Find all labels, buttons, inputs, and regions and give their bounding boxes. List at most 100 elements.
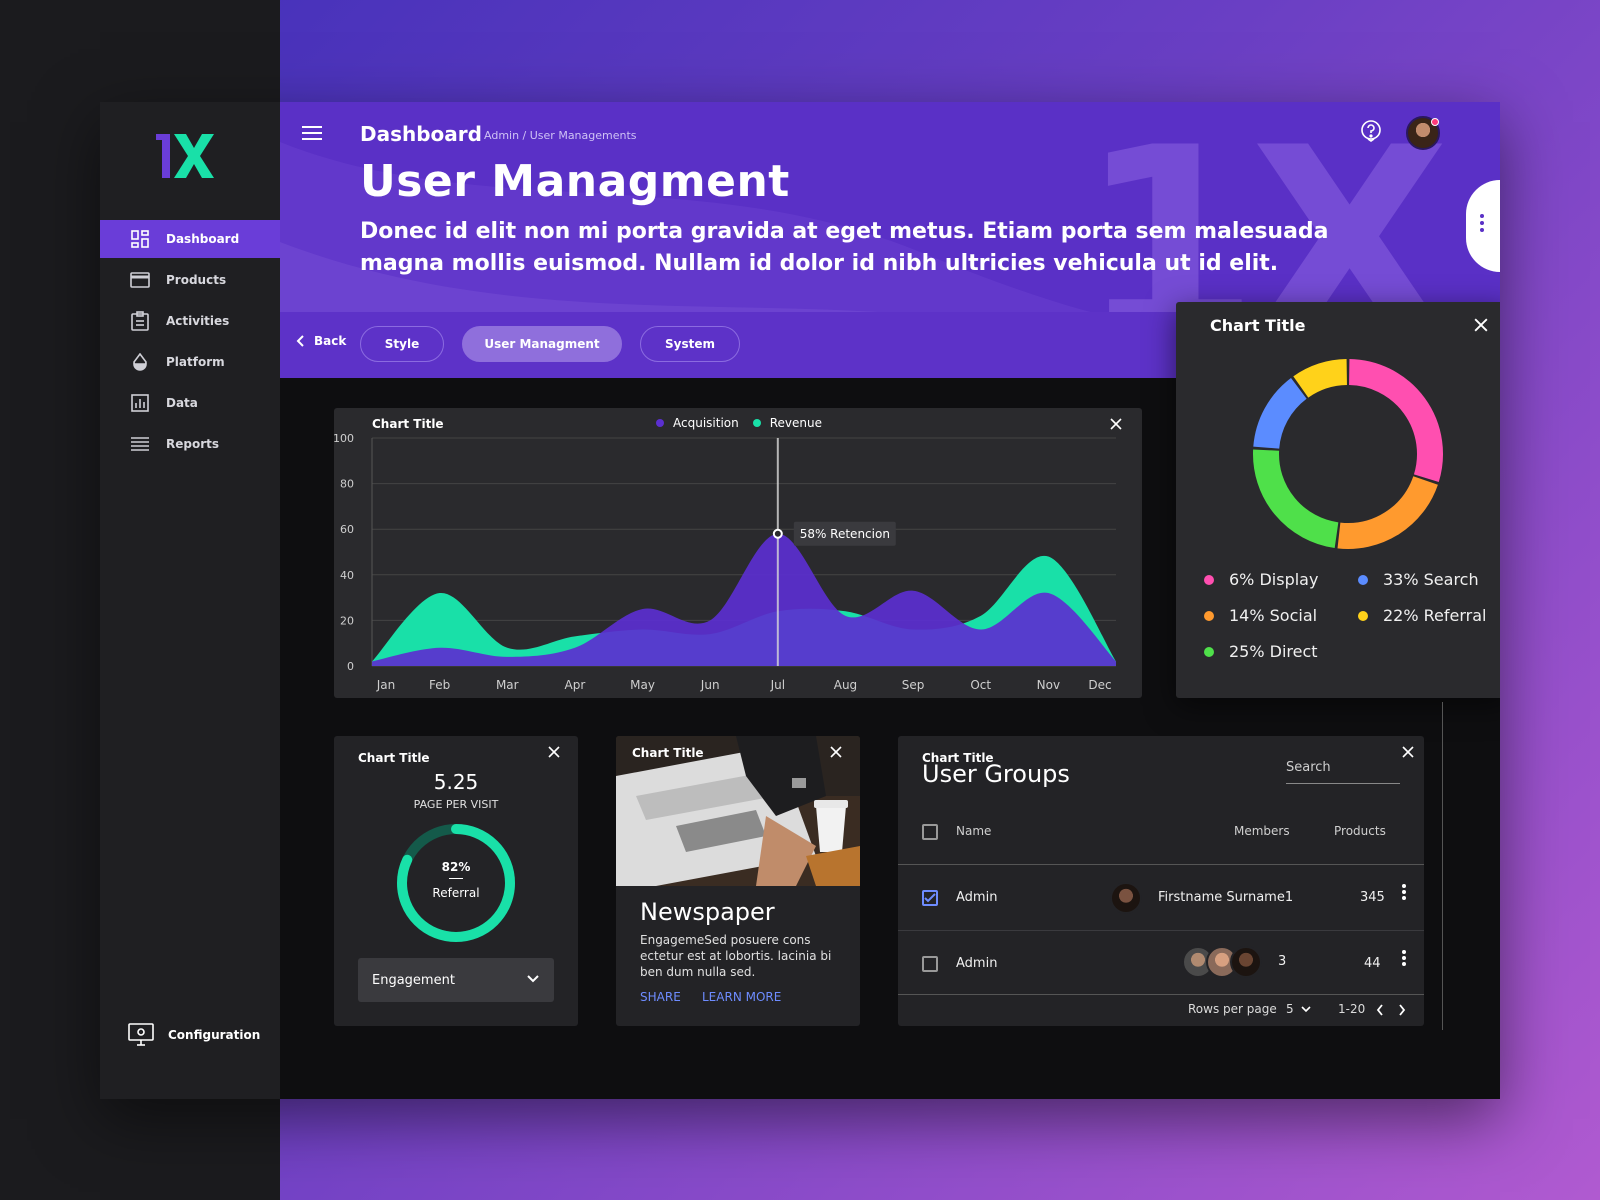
tooltip-label: 58% Retencion	[800, 527, 890, 541]
x-tick-label: Apr	[565, 678, 586, 692]
column-header-name[interactable]: Name	[956, 824, 991, 838]
tab-style[interactable]: Style	[360, 326, 444, 362]
row-member: Firstname Surname1	[1158, 890, 1294, 905]
sidebar-item-reports[interactable]: Reports	[100, 425, 280, 463]
configuration-button[interactable]: Configuration	[128, 1023, 260, 1047]
scroll-track[interactable]	[1442, 702, 1443, 1030]
chevron-left-icon[interactable]	[1376, 1004, 1384, 1016]
donut-slice-display	[1348, 359, 1443, 482]
engagement-select[interactable]: Engagement	[358, 958, 554, 1002]
search-placeholder: Search	[1286, 760, 1331, 775]
ring-divider	[449, 878, 463, 879]
card-text: EngagemeSed posuere cons ectetur est at …	[640, 933, 832, 979]
x-tick-label: Jul	[770, 678, 785, 692]
x-tick-label: Aug	[834, 678, 857, 692]
user-groups-card: Chart Title User Groups Search Name Memb…	[898, 736, 1424, 1026]
marker-point	[772, 528, 783, 539]
kebab-icon	[1480, 214, 1484, 218]
card-heading: Newspaper	[640, 898, 775, 926]
close-icon[interactable]	[830, 746, 842, 758]
sidebar-item-dashboard[interactable]: Dashboard	[100, 220, 280, 258]
area-chart-plot: 0 20 40 60 80 100 Jan Feb Mar Apr May Jun Jul Aug Sep O…	[334, 432, 1117, 692]
legend-dot	[1358, 610, 1368, 621]
divider	[898, 930, 1424, 931]
x-tick-label: Sep	[902, 678, 925, 692]
user-avatar[interactable]	[1406, 116, 1440, 150]
chart-title: Chart Title	[1210, 316, 1306, 335]
rows-per-page-value: 5	[1286, 1002, 1294, 1016]
legend-label: 6% Display	[1229, 570, 1319, 589]
x-tick-label: Jan	[376, 678, 396, 692]
sidebar-item-label: Data	[166, 396, 198, 410]
metric-label: PAGE PER VISIT	[413, 798, 499, 811]
sidebar-item-platform[interactable]: Platform	[100, 343, 280, 381]
hamburger-menu-icon[interactable]	[302, 124, 322, 142]
row-checkbox[interactable]	[922, 956, 938, 972]
referral-progress-ring	[397, 824, 515, 942]
sidebar-item-products[interactable]: Products	[100, 261, 280, 299]
legend-item-display: 6% Display	[1204, 570, 1318, 589]
sidebar-item-label: Products	[166, 273, 227, 287]
row-name: Admin	[956, 890, 998, 905]
monitor-settings-icon	[128, 1023, 154, 1047]
divider	[898, 864, 1424, 865]
tab-system[interactable]: System	[640, 326, 740, 362]
chart-title: Chart Title	[632, 746, 704, 760]
row-checkbox-checked[interactable]	[922, 890, 938, 906]
divider	[898, 994, 1424, 995]
tab-user-managment[interactable]: User Managment	[462, 326, 622, 362]
chevron-right-icon[interactable]	[1398, 1004, 1406, 1016]
donut-chart-card: Chart Title 6% Display 33% Search 14% So…	[1176, 302, 1500, 698]
x-tick-label: Jun	[700, 678, 720, 692]
member-avatar	[1110, 882, 1142, 914]
area-chart-card: Chart Title Acquisition Revenue 0 20 40 60 8…	[334, 408, 1142, 698]
close-icon[interactable]	[1402, 746, 1414, 758]
search-input[interactable]: Search	[1286, 760, 1400, 784]
sidebar-item-activities[interactable]: Activities	[100, 302, 280, 340]
card-icon	[130, 270, 150, 290]
legend-label: 14% Social	[1229, 606, 1318, 625]
legend-dot	[1204, 574, 1214, 585]
legend-item-referral: 22% Referral	[1358, 606, 1487, 625]
help-icon[interactable]	[1360, 120, 1382, 142]
rows-per-page-select[interactable]: 5	[1286, 1002, 1312, 1016]
sidebar-item-label: Activities	[166, 314, 230, 328]
column-header-members[interactable]: Members	[1234, 824, 1290, 838]
chart-title: Chart Title	[358, 751, 430, 765]
card-heading: User Groups	[922, 760, 1070, 788]
row-products: 345	[1360, 890, 1385, 905]
back-button[interactable]: Back	[296, 334, 346, 348]
app-window: Dashboard Products Activities Platform D…	[100, 102, 1500, 1099]
y-tick-label: 40	[340, 569, 354, 582]
close-icon[interactable]	[548, 746, 560, 758]
page-description: Donec id elit non mi porta gravida at eg…	[360, 219, 1329, 276]
y-tick-label: 80	[340, 478, 354, 491]
x-tick-label: May	[630, 678, 655, 692]
row-menu-icon[interactable]	[1402, 950, 1406, 954]
learn-more-link[interactable]: LEARN MORE	[702, 990, 781, 1004]
breadcrumb[interactable]: Admin / User Managements	[484, 129, 637, 142]
legend-item-social: 14% Social	[1204, 606, 1317, 625]
row-name: Admin	[956, 956, 998, 971]
chevron-down-icon	[527, 975, 539, 983]
y-tick-label: 60	[340, 523, 354, 536]
select-all-checkbox[interactable]	[922, 824, 938, 840]
donut-slice-referral	[1293, 359, 1348, 398]
dashboard-icon	[130, 229, 150, 249]
x-tick-label: Dec	[1088, 678, 1111, 692]
sidebar-item-label: Platform	[166, 355, 225, 369]
legend-dot	[1204, 610, 1214, 621]
legend-dot	[1358, 574, 1368, 585]
close-icon[interactable]	[1474, 318, 1488, 332]
newspaper-card: Chart Title Newspaper EngagemeSed posuer…	[616, 736, 860, 1026]
header-title: Dashboard	[360, 122, 482, 146]
row-menu-icon[interactable]	[1402, 884, 1406, 888]
sidebar-item-data[interactable]: Data	[100, 384, 280, 422]
x-tick-label: Oct	[970, 678, 991, 692]
column-header-products[interactable]: Products	[1334, 824, 1386, 838]
select-value: Engagement	[372, 972, 455, 988]
share-link[interactable]: SHARE	[640, 990, 681, 1004]
page-title: User Managment	[360, 156, 790, 207]
sidebar-item-label: Reports	[166, 437, 220, 451]
x-tick-label: Nov	[1037, 678, 1060, 692]
